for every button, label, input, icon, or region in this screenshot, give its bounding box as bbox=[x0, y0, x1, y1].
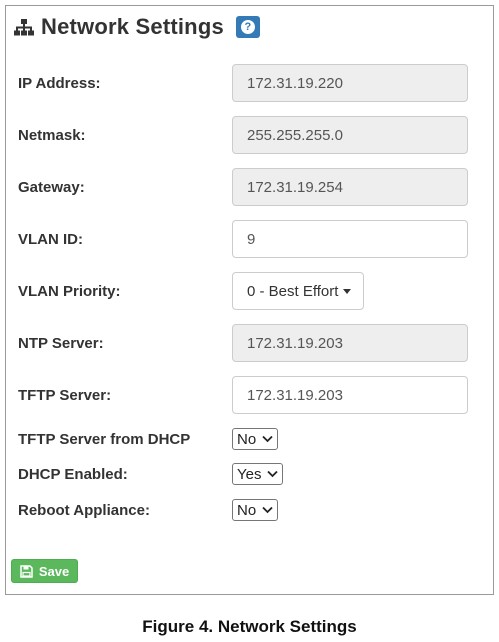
caret-down-icon bbox=[343, 288, 352, 294]
vlan-id-row: VLAN ID: 9 bbox=[18, 220, 468, 258]
save-button[interactable]: Save bbox=[11, 559, 78, 583]
reboot-appliance-label: Reboot Appliance: bbox=[18, 501, 150, 519]
chevron-down-icon bbox=[262, 435, 273, 443]
dhcp-enabled-value: Yes bbox=[237, 465, 262, 483]
question-icon: ? bbox=[240, 20, 255, 34]
ip-address-row: IP Address: 172.31.19.220 bbox=[18, 64, 468, 102]
vlan-priority-row: VLAN Priority: 0 - Best Effort bbox=[18, 272, 365, 310]
gateway-row: Gateway: 172.31.19.254 bbox=[18, 168, 468, 206]
netmask-row: Netmask: 255.255.255.0 bbox=[18, 116, 468, 154]
panel-header: Network Settings ? bbox=[13, 14, 260, 40]
help-button[interactable]: ? bbox=[235, 16, 260, 38]
save-label: Save bbox=[38, 563, 70, 579]
vlan-id-label: VLAN ID: bbox=[18, 230, 83, 248]
figure-caption: Figure 4. Network Settings bbox=[142, 617, 357, 636]
page-title: Network Settings bbox=[41, 14, 224, 39]
tftp-server-input[interactable]: 172.31.19.203 bbox=[232, 376, 468, 414]
reboot-appliance-select[interactable]: No bbox=[232, 499, 279, 521]
tftp-from-dhcp-label: TFTP Server from DHCP bbox=[18, 430, 191, 448]
vlan-priority-value: 0 - Best Effort bbox=[247, 282, 339, 300]
reboot-appliance-value: No bbox=[237, 501, 257, 519]
vlan-priority-label: VLAN Priority: bbox=[18, 282, 121, 300]
tftp-from-dhcp-value: No bbox=[237, 430, 257, 448]
chevron-down-icon bbox=[267, 470, 279, 478]
tftp-server-label: TFTP Server: bbox=[18, 386, 112, 404]
ip-address-field: 172.31.19.220 bbox=[232, 64, 468, 102]
ip-address-label: IP Address: bbox=[18, 74, 101, 92]
tftp-from-dhcp-row: TFTP Server from DHCP No bbox=[18, 428, 279, 450]
tftp-from-dhcp-select[interactable]: No bbox=[232, 428, 279, 450]
dhcp-enabled-label: DHCP Enabled: bbox=[18, 465, 128, 483]
reboot-appliance-row: Reboot Appliance: No bbox=[18, 499, 279, 521]
gateway-label: Gateway: bbox=[18, 178, 85, 196]
vlan-priority-dropdown[interactable]: 0 - Best Effort bbox=[232, 272, 365, 310]
netmask-field: 255.255.255.0 bbox=[232, 116, 468, 154]
netmask-label: Netmask: bbox=[18, 126, 86, 144]
dhcp-enabled-select[interactable]: Yes bbox=[232, 463, 284, 485]
dhcp-enabled-row: DHCP Enabled: Yes bbox=[18, 463, 284, 485]
network-icon bbox=[14, 19, 34, 36]
ntp-server-label: NTP Server: bbox=[18, 334, 104, 352]
tftp-server-row: TFTP Server: 172.31.19.203 bbox=[18, 376, 468, 414]
ntp-server-field: 172.31.19.203 bbox=[232, 324, 468, 362]
gateway-field: 172.31.19.254 bbox=[232, 168, 468, 206]
vlan-id-input[interactable]: 9 bbox=[232, 220, 468, 258]
ntp-server-row: NTP Server: 172.31.19.203 bbox=[18, 324, 468, 362]
floppy-disk-icon bbox=[20, 564, 33, 578]
chevron-down-icon bbox=[262, 506, 273, 514]
